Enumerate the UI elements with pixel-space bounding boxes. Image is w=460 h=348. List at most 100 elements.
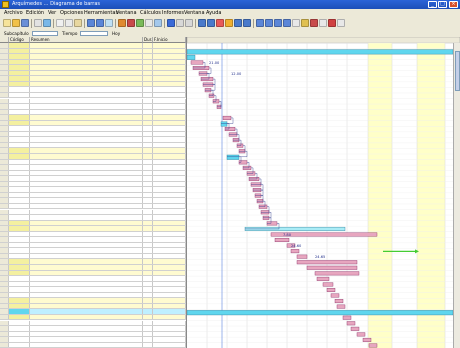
resumen-cell[interactable] [30, 226, 143, 231]
delete-icon[interactable] [127, 19, 135, 27]
codigo-cell[interactable] [9, 281, 30, 287]
resumen-cell[interactable] [30, 198, 143, 203]
codigo-cell[interactable] [9, 215, 30, 220]
resumen-cell[interactable] [30, 148, 143, 153]
duracion-cell[interactable] [143, 187, 153, 192]
codigo-cell[interactable] [9, 209, 30, 215]
fecha-cell[interactable] [153, 131, 186, 137]
fecha-cell[interactable] [153, 154, 186, 159]
codigo-cell[interactable] [9, 70, 30, 76]
fecha-cell[interactable] [153, 43, 186, 48]
codigo-cell[interactable] [9, 226, 30, 231]
duracion-cell[interactable] [143, 231, 153, 237]
next-icon[interactable] [274, 19, 282, 27]
resumen-cell[interactable] [30, 70, 143, 76]
duracion-cell[interactable] [143, 137, 153, 142]
fecha-cell[interactable] [153, 48, 186, 54]
unlink-icon[interactable] [207, 19, 215, 27]
fecha-cell[interactable] [153, 331, 186, 337]
fecha-cell[interactable] [153, 176, 186, 181]
duracion-cell[interactable] [143, 292, 153, 298]
codigo-cell[interactable] [9, 148, 30, 153]
duracion-cell[interactable] [143, 237, 153, 242]
duracion-cell[interactable] [143, 326, 153, 331]
duracion-cell[interactable] [143, 109, 153, 115]
resumen-cell[interactable] [30, 48, 143, 54]
print-icon[interactable] [34, 19, 42, 27]
resumen-cell[interactable] [30, 287, 143, 292]
resumen-cell[interactable] [30, 115, 143, 120]
fecha-cell[interactable] [153, 120, 186, 126]
duracion-cell[interactable] [143, 342, 153, 348]
duracion-cell[interactable] [143, 142, 153, 148]
duracion-cell[interactable] [143, 220, 153, 226]
duracion-cell[interactable] [143, 165, 153, 170]
resumen-cell[interactable] [30, 276, 143, 281]
codigo-cell[interactable] [9, 265, 30, 270]
new-file-icon[interactable] [3, 19, 11, 27]
resumen-cell[interactable] [30, 92, 143, 98]
fecha-cell[interactable] [153, 192, 186, 198]
open-folder-icon[interactable] [12, 19, 20, 27]
resumen-cell[interactable] [30, 215, 143, 220]
duracion-cell[interactable] [143, 265, 153, 270]
arrow-right-icon[interactable] [243, 19, 251, 27]
calc-icon[interactable] [136, 19, 144, 27]
codigo-cell[interactable] [9, 342, 30, 348]
resumen-cell[interactable] [30, 59, 143, 65]
duracion-cell[interactable] [143, 81, 153, 87]
duracion-cell[interactable] [143, 331, 153, 337]
codigo-cell[interactable] [9, 337, 30, 342]
duracion-cell[interactable] [143, 176, 153, 181]
resumen-cell[interactable] [30, 87, 143, 92]
duracion-cell[interactable] [143, 48, 153, 54]
sort-icon[interactable] [301, 19, 309, 27]
duracion-cell[interactable] [143, 76, 153, 81]
fecha-cell[interactable] [153, 181, 186, 187]
resumen-cell[interactable] [30, 131, 143, 137]
fecha-cell[interactable] [153, 54, 186, 59]
fecha-cell[interactable] [153, 298, 186, 303]
task-row[interactable] [0, 342, 186, 348]
duracion-cell[interactable] [143, 70, 153, 76]
scrollbar-thumb[interactable] [455, 51, 460, 91]
duracion-cell[interactable] [143, 159, 153, 165]
resumen-cell[interactable] [30, 65, 143, 70]
fecha-cell[interactable] [153, 231, 186, 237]
duracion-cell[interactable] [143, 320, 153, 326]
codigo-cell[interactable] [9, 137, 30, 142]
save-icon[interactable] [21, 19, 29, 27]
duracion-cell[interactable] [143, 54, 153, 59]
fecha-cell[interactable] [153, 242, 186, 248]
prev-icon[interactable] [265, 19, 273, 27]
duracion-cell[interactable] [143, 43, 153, 48]
codigo-cell[interactable] [9, 115, 30, 120]
find-icon[interactable] [105, 19, 113, 27]
fecha-cell[interactable] [153, 259, 186, 264]
menu-herramientas[interactable]: Herramientas [84, 10, 118, 16]
resumen-cell[interactable] [30, 342, 143, 348]
fecha-cell[interactable] [153, 137, 186, 142]
fecha-cell[interactable] [153, 342, 186, 348]
resumen-cell[interactable] [30, 104, 143, 109]
codigo-cell[interactable] [9, 98, 30, 104]
codigo-cell[interactable] [9, 331, 30, 337]
codigo-cell[interactable] [9, 192, 30, 198]
resumen-cell[interactable] [30, 248, 143, 253]
chart-icon[interactable] [154, 19, 162, 27]
fecha-cell[interactable] [153, 159, 186, 165]
fecha-cell[interactable] [153, 253, 186, 259]
duracion-cell[interactable] [143, 270, 153, 276]
duracion-cell[interactable] [143, 98, 153, 104]
resumen-cell[interactable] [30, 192, 143, 198]
fecha-cell[interactable] [153, 165, 186, 170]
resumen-cell[interactable] [30, 292, 143, 298]
zoom-in-icon[interactable] [176, 19, 184, 27]
duracion-cell[interactable] [143, 281, 153, 287]
fecha-cell[interactable] [153, 309, 186, 314]
zoom-out-icon[interactable] [185, 19, 193, 27]
stop-icon[interactable] [310, 19, 318, 27]
duracion-cell[interactable] [143, 170, 153, 176]
warning-icon[interactable] [328, 19, 336, 27]
codigo-cell[interactable] [9, 81, 30, 87]
